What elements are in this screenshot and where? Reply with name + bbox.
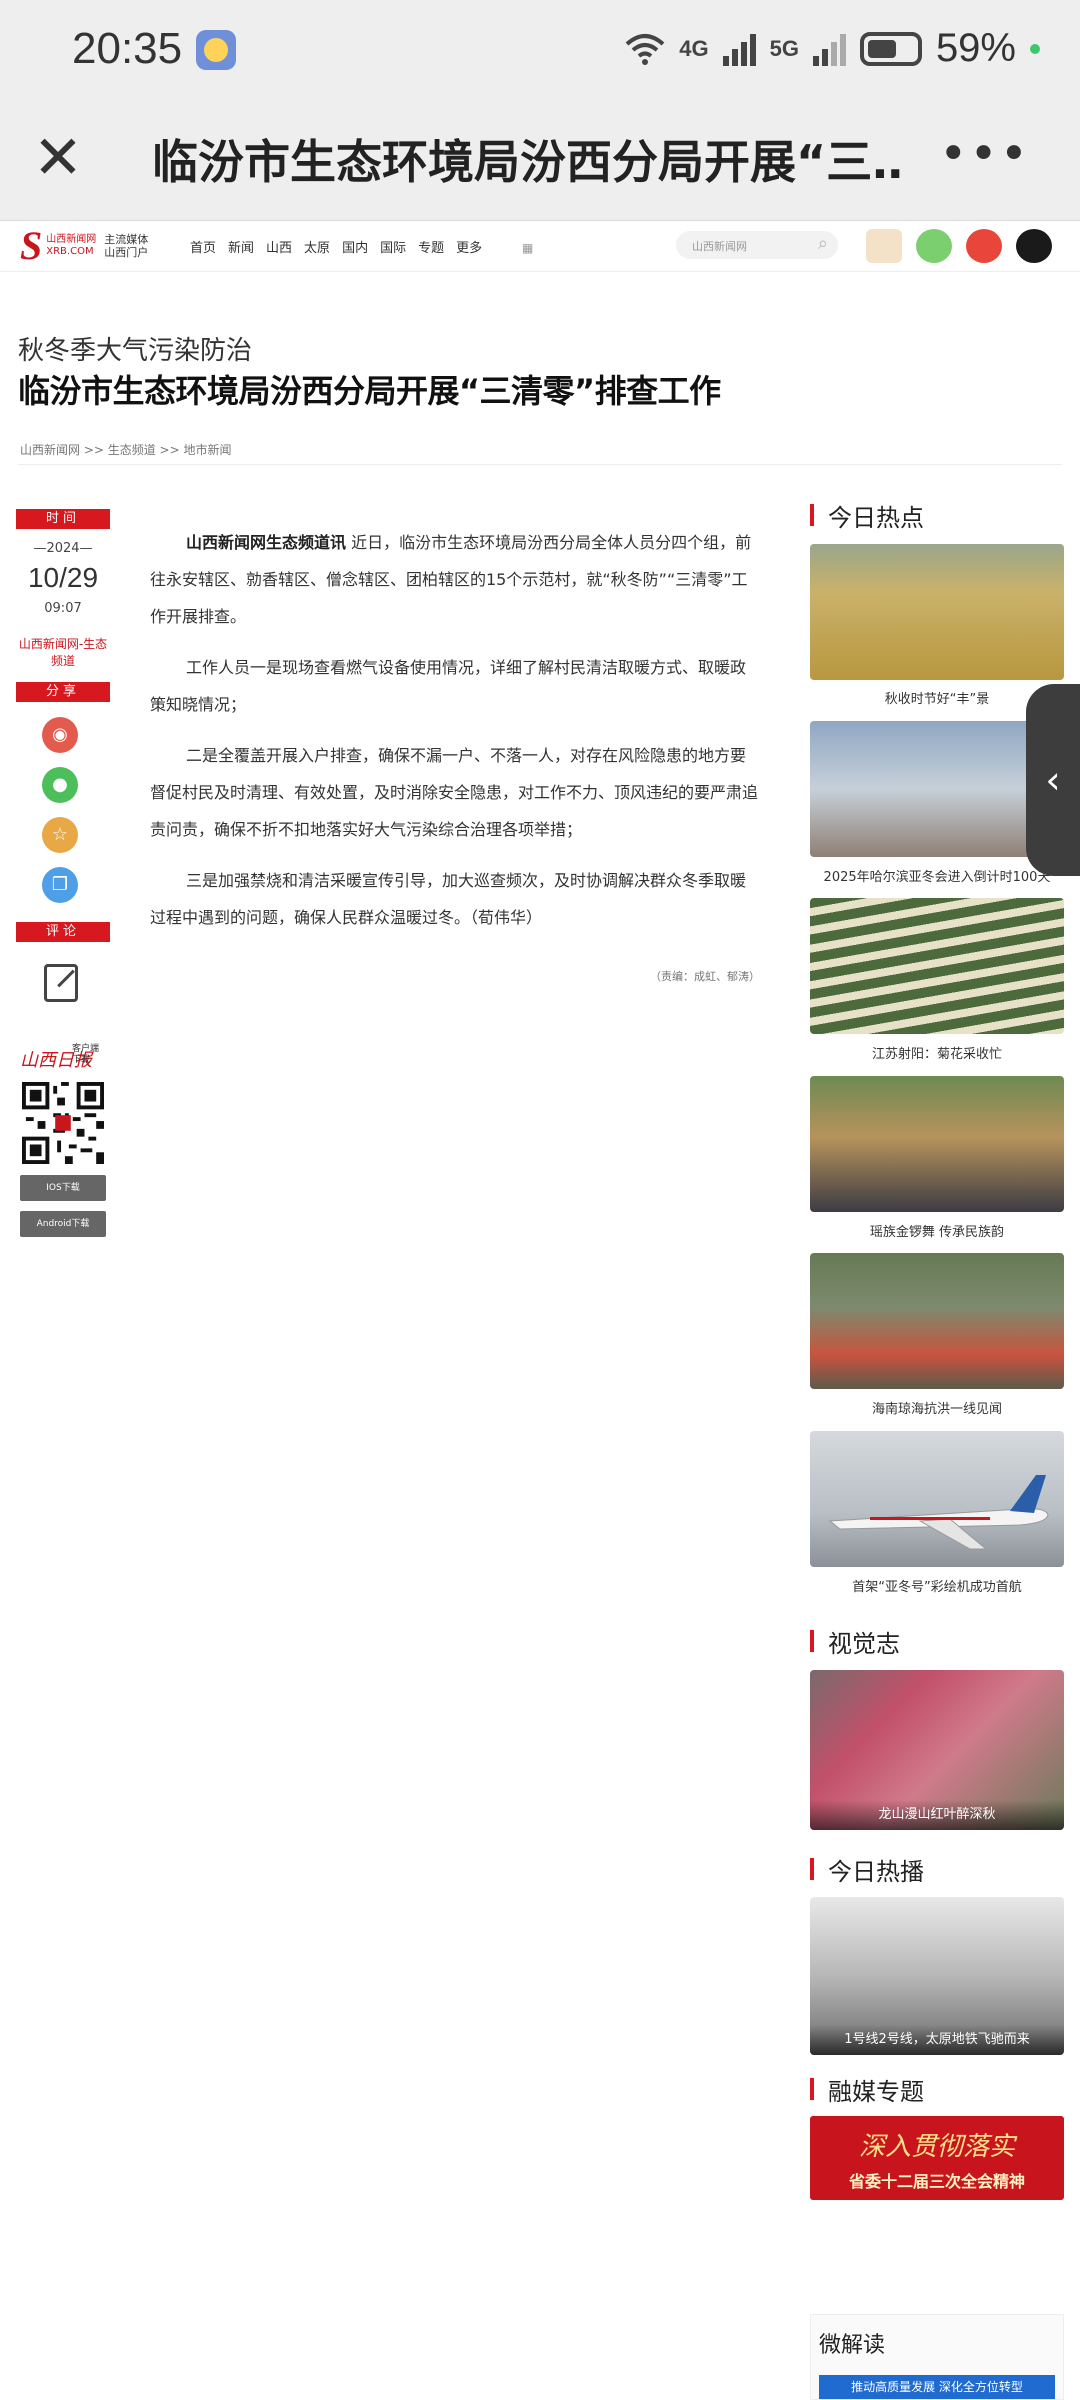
broadcast-section-title: 今日热播 [810,1852,924,1887]
broadcast-caption: 1号线2号线，太原地铁飞驰而来 [810,2025,1064,2055]
network-4g-label: 4G [679,35,709,61]
menu-item-international[interactable]: 国际 [380,237,406,256]
signal-4g-icon [722,32,756,66]
micro-title: 微解读 [819,2333,886,2358]
hot-item-caption[interactable]: 首架“亚冬号”彩绘机成功首航 [810,1576,1064,1595]
edit-comment-icon[interactable] [44,964,78,1002]
social-links [866,229,1052,263]
banner-headline: 深入贯彻落实 [858,2132,1015,2162]
article-kicker: 秋冬季大气污染防治 [18,336,253,366]
hot-item-image[interactable] [810,898,1064,1034]
site-logo[interactable]: S 山西新闻网 XRB.COM 主流媒体 山西门户 [20,223,148,268]
share-label: 分享 [16,682,110,702]
logo-text: 山西新闻网 XRB.COM [46,234,96,258]
copy-link-icon[interactable]: ❐ [42,867,78,903]
site-search-input[interactable]: 山西新闻网 ⌕ [676,231,838,259]
hot-item-caption[interactable]: 瑶族金锣舞 传承民族韵 [810,1221,1064,1240]
broadcast-image[interactable]: 1号线2号线，太原地铁飞驰而来 [810,1897,1064,2055]
logo-slogan: 主流媒体 山西门户 [104,233,148,259]
visual-caption: 龙山漫山红叶醉深秋 [810,1800,1064,1830]
weibo-share-icon[interactable]: ◉ [42,717,78,753]
app-promo-label: 客户端 下载 [72,1044,99,1066]
hot-item-image[interactable] [810,1076,1064,1212]
paragraph-2: 工作人员一是现场查看燃气设备使用情况，详细了解村民清洁取暖方式、取暖政策知晓情况… [150,658,747,714]
battery-percent: 59% [935,26,1016,70]
app-promo-line-2: 下载 [72,1055,91,1065]
clock: 20:35 [72,24,183,73]
editor-credit: （责编：成虹、郁涛） [650,970,760,983]
publish-time: 09:07 [44,601,82,616]
comment-label: 评论 [16,922,110,942]
airplane-illustration [828,1475,1049,1550]
ios-download-button[interactable]: IOS下载 [20,1175,106,1201]
wifi-icon [625,33,665,65]
signal-5g-icon [812,32,846,66]
publish-date: 10/29 [27,562,99,593]
menu-item-home[interactable]: 首页 [190,237,216,256]
paragraph-3: 二是全覆盖开展入户排查，确保不漏一户、不落一人，对存在风险隐患的地方要督促村民及… [150,746,759,839]
logo-letter: S [20,223,43,268]
hot-section-title: 今日热点 [810,498,924,533]
slogan-line-2: 山西门户 [104,246,149,259]
banner-subline: 省委十二届三次全会精神 [848,2172,1025,2191]
divider [18,464,1062,465]
micro-interpretation-card[interactable]: 微解读 推动高质量发展 深化全方位转型 [810,2314,1064,2400]
article-body: 山西新闻网生态频道讯 近日，临汾市生态环境局汾西分局全体人员分四个组，前往永安辖… [150,524,760,950]
wechat-icon[interactable] [916,229,952,263]
logo-name: 山西新闻网 [46,234,97,245]
network-5g-label: 5G [769,35,799,61]
privacy-indicator [1030,43,1040,54]
topic-banner[interactable]: 深入贯彻落实 省委十二届三次全会精神 [810,2116,1064,2200]
favorite-icon[interactable]: ☆ [42,817,78,853]
grid-menu-icon[interactable]: ▦ [522,241,533,255]
menu-item-news[interactable]: 新闻 [228,237,254,256]
slogan-line-1: 主流媒体 [104,233,149,246]
menu-item-more[interactable]: 更多 [456,237,482,256]
status-bar: 20:35 4G 5G 59% [0,0,1080,100]
paragraph-1: 山西新闻网生态频道讯 近日，临汾市生态环境局汾西分局全体人员分四个组，前往永安辖… [150,524,760,635]
weather-icon [196,30,236,70]
article-lead: 山西新闻网生态频道讯 [186,533,347,552]
logo-domain: XRB.COM [46,246,94,257]
battery-icon [859,31,922,66]
hot-item-caption[interactable]: 2025年哈尔滨亚冬会进入倒计时100天 [810,866,1064,885]
menu-item-shanxi[interactable]: 山西 [266,237,292,256]
visual-image[interactable]: 龙山漫山红叶醉深秋 [810,1670,1064,1830]
site-menu: 首页 新闻 山西 太原 国内 国际 专题 更多 [190,237,482,256]
hot-item-image[interactable] [810,1431,1064,1567]
hot-item-image[interactable] [810,1253,1064,1389]
menu-item-taiyuan[interactable]: 太原 [304,237,330,256]
shanxi-daily-icon[interactable] [866,229,902,263]
time-label: 时间 [16,509,110,529]
menu-item-topics[interactable]: 专题 [418,237,444,256]
media-section-title: 融媒专题 [810,2072,924,2107]
site-header: S 山西新闻网 XRB.COM 主流媒体 山西门户 首页 新闻 山西 太原 国内… [0,221,1080,272]
hot-item-caption[interactable]: 海南琼海抗洪一线见闻 [810,1398,1064,1417]
hot-item-caption[interactable]: 江苏射阳：菊花采收忙 [810,1043,1064,1062]
breadcrumb[interactable]: 山西新闻网 >> 生态频道 >> 地市新闻 [20,441,231,458]
more-icon[interactable]: ••• [939,126,1030,182]
close-icon[interactable]: ✕ [28,128,88,190]
article-source[interactable]: 山西新闻网-生态频道 [16,636,110,670]
status-icons: 4G 5G 59% [625,26,1040,71]
qr-code [22,1082,104,1164]
article-headline: 临汾市生态环境局汾西分局开展“三清零”排查工作 [18,372,721,410]
menu-item-domestic[interactable]: 国内 [342,237,368,256]
micro-strip: 推动高质量发展 深化全方位转型 [819,2375,1055,2399]
search-placeholder: 山西新闻网 [692,240,747,253]
chevron-left-icon[interactable]: ‹ [1026,684,1080,876]
wechat-share-icon[interactable]: ● [42,767,78,803]
douyin-icon[interactable] [1016,229,1052,263]
publish-year: —2024— [33,541,93,556]
hot-item-image[interactable] [810,544,1064,680]
browser-nav-bar: ✕ 临汾市生态环境局汾西分局开展“三… ••• [0,100,1080,221]
paragraph-4: 三是加强禁烧和清洁采暖宣传引导，加大巡查频次，及时协调解决群众冬季取暖过程中遇到… [150,871,747,927]
weibo-icon[interactable] [966,229,1002,263]
page-title: 临汾市生态环境局汾西分局开展“三… [152,135,902,189]
search-icon[interactable]: ⌕ [818,233,828,254]
android-download-button[interactable]: Android下载 [20,1211,106,1237]
visual-section-title: 视觉志 [810,1624,900,1659]
app-promo-line-1: 客户端 [72,1044,100,1054]
